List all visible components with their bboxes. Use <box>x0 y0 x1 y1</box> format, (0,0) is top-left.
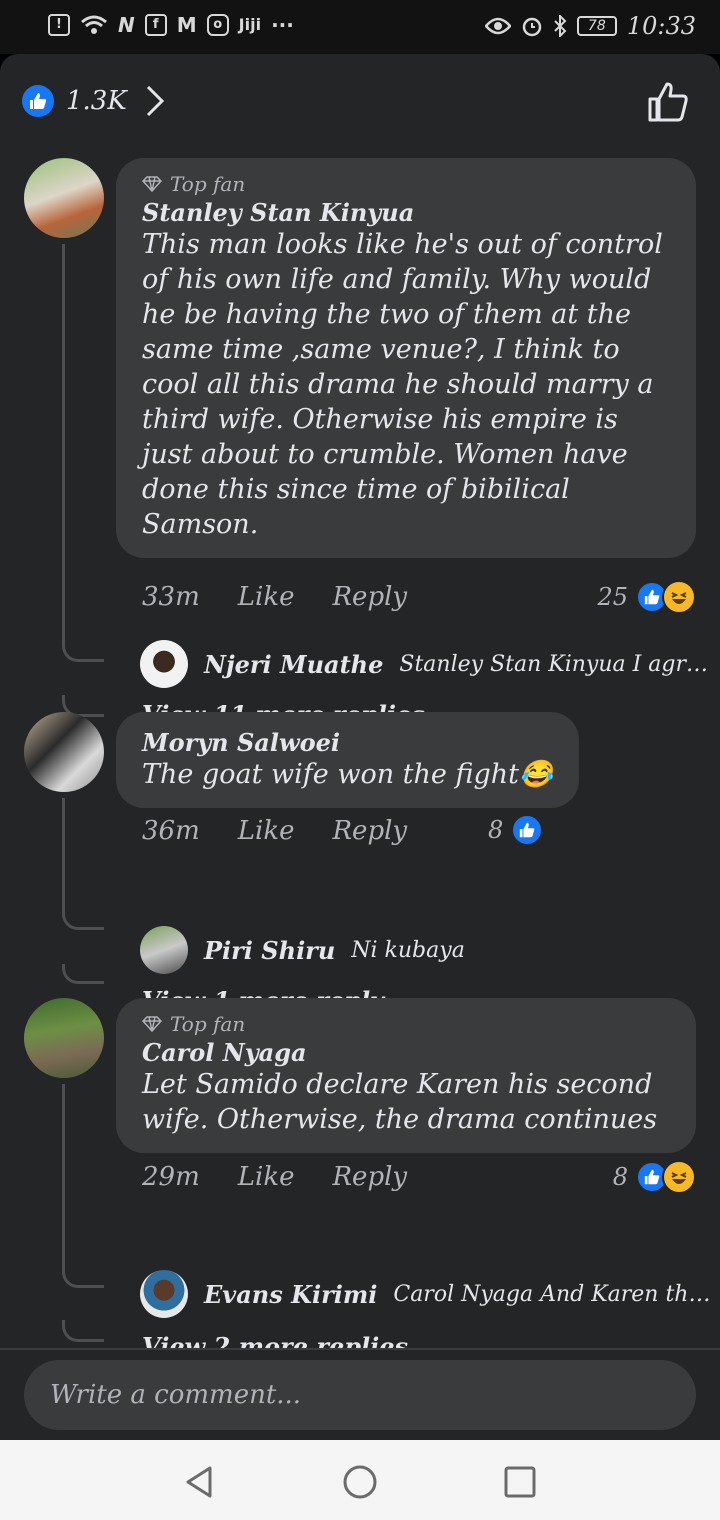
like-button[interactable]: Like <box>238 1162 295 1192</box>
comment-bubble[interactable]: Top fan Carol Nyaga Let Samido declare K… <box>116 998 696 1153</box>
reaction-count: 1.3K <box>66 86 127 116</box>
haha-reaction-icon <box>662 580 696 614</box>
avatar[interactable] <box>24 158 104 238</box>
top-fan-badge: Top fan <box>142 1012 670 1036</box>
system-navigation-bar <box>0 1440 720 1520</box>
comment-text: The goat wife won the fight😂 <box>142 759 553 790</box>
back-icon[interactable] <box>180 1462 220 1502</box>
badge-label: Top fan <box>170 172 246 196</box>
thread-branch <box>62 908 104 930</box>
like-post-button[interactable] <box>646 80 690 124</box>
reply-preview[interactable]: Njeri Muathe Stanley Stan Kinyua I agree… <box>140 640 720 688</box>
more-notifications-icon: ··· <box>271 13 294 37</box>
reply-preview[interactable]: Piri Shiru Ni kubaya <box>140 926 720 974</box>
comment-reactions[interactable]: 25 <box>597 580 696 614</box>
reply-button[interactable]: Reply <box>332 1162 407 1192</box>
thread-branch <box>62 640 104 662</box>
reply-text: Stanley Stan Kinyua I agree with... <box>399 651 720 677</box>
thread-branch <box>62 1320 104 1342</box>
alarm-icon <box>522 17 542 37</box>
reply-text: Ni kubaya <box>351 937 465 963</box>
comment-author[interactable]: Moryn Salwoei <box>142 728 553 757</box>
comment-bubble[interactable]: Top fan Stanley Stan Kinyua This man loo… <box>116 158 696 558</box>
comment-actions: 36m Like Reply <box>142 816 407 846</box>
comment-reaction-count: 8 <box>488 816 504 844</box>
avatar[interactable] <box>24 712 104 792</box>
comment-author[interactable]: Carol Nyaga <box>142 1038 670 1067</box>
like-button[interactable]: Like <box>238 816 295 846</box>
comment-text: This man looks like he's out of control … <box>142 229 663 540</box>
comment-actions: 29m Like Reply <box>142 1162 407 1192</box>
like-reaction-icon <box>22 85 54 117</box>
diamond-icon <box>142 176 162 192</box>
diamond-icon <box>142 1016 162 1032</box>
comment-reaction-count: 25 <box>597 583 628 611</box>
badge-label: Top fan <box>170 1012 246 1036</box>
comment-reaction-count: 8 <box>612 1163 628 1191</box>
haha-reaction-icon <box>662 1160 696 1194</box>
like-reaction-icon <box>511 814 544 846</box>
comment-author[interactable]: Stanley Stan Kinyua <box>142 198 670 227</box>
reply-text: Carol Nyaga And Karen then shou... <box>393 1281 720 1307</box>
bluetooth-icon <box>554 15 567 37</box>
like-button[interactable]: Like <box>238 582 295 612</box>
thread-line <box>62 244 65 644</box>
reply-preview[interactable]: Evans Kirimi Carol Nyaga And Karen then … <box>140 1270 720 1318</box>
avatar[interactable] <box>24 998 104 1078</box>
clock: 10:33 <box>626 12 696 40</box>
eye-icon <box>484 17 511 35</box>
thread-line <box>62 798 65 914</box>
comment-time: 33m <box>142 582 200 612</box>
battery-icon: 78 <box>576 16 617 36</box>
gmail-icon: M <box>176 13 197 37</box>
comment-text: Let Samido declare Karen his second wife… <box>142 1069 658 1135</box>
post-reactions-summary[interactable]: 1.3K <box>22 84 165 118</box>
comment-time: 29m <box>142 1162 200 1192</box>
comments-panel: 1.3K Top fan Stanley Stan Kinyua This ma… <box>0 54 720 1440</box>
reply-button[interactable]: Reply <box>332 816 407 846</box>
reply-author[interactable]: Evans Kirimi <box>204 1280 377 1309</box>
comment-actions: 33m Like Reply <box>142 582 407 612</box>
chevron-right-icon[interactable] <box>145 84 165 118</box>
reply-author[interactable]: Njeri Muathe <box>204 650 383 679</box>
wifi-icon <box>81 15 107 34</box>
status-bar: ! N f M o Jiji ··· 78 10:33 <box>0 0 720 54</box>
home-icon[interactable] <box>340 1462 380 1502</box>
reply-author[interactable]: Piri Shiru <box>204 936 335 965</box>
status-left: ! N f M o Jiji ··· <box>48 14 294 36</box>
n-app-icon: N <box>118 13 135 37</box>
comment-time: 36m <box>142 816 200 846</box>
comment-bubble[interactable]: Moryn Salwoei The goat wife won the figh… <box>116 712 579 808</box>
top-fan-badge: Top fan <box>142 172 670 196</box>
facebook-icon: f <box>144 14 167 36</box>
avatar[interactable] <box>140 1270 188 1318</box>
comment-reactions[interactable]: 8 <box>613 1160 696 1194</box>
thread-line <box>62 1084 65 1274</box>
avatar[interactable] <box>140 926 188 974</box>
jiji-icon: Jiji <box>238 15 262 34</box>
reply-button[interactable]: Reply <box>332 582 407 612</box>
recents-icon[interactable] <box>500 1462 540 1502</box>
comment-reactions[interactable]: 8 <box>488 814 544 846</box>
avatar[interactable] <box>140 640 188 688</box>
comment-composer-bar: Write a comment... <box>0 1348 720 1440</box>
status-right: 78 10:33 <box>484 12 696 40</box>
thread-branch <box>62 964 104 984</box>
instagram-icon: o <box>206 14 229 36</box>
alert-icon: ! <box>48 14 70 36</box>
thread-branch <box>62 1266 104 1288</box>
write-comment-input[interactable]: Write a comment... <box>24 1360 696 1430</box>
